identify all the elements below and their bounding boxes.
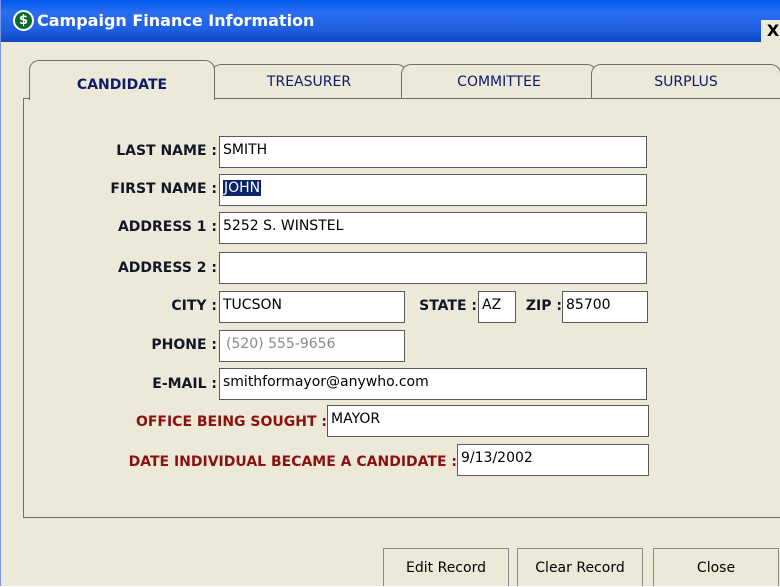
title-bar[interactable]: $ Campaign Finance Information: [1, 0, 780, 42]
zip-label: ZIP :: [525, 298, 562, 314]
office-sought-field[interactable]: MAYOR: [327, 405, 649, 437]
address2-field[interactable]: [219, 252, 647, 284]
state-field[interactable]: AZ: [478, 291, 516, 323]
zip-field[interactable]: 85700: [562, 291, 648, 323]
state-label: STATE :: [419, 298, 477, 314]
city-label: CITY :: [171, 298, 217, 314]
phone-field[interactable]: (520) 555-9656: [219, 330, 405, 362]
address1-field[interactable]: 5252 S. WINSTEL: [219, 212, 647, 244]
tab-committee[interactable]: COMMITTEE: [401, 64, 597, 98]
dollar-icon: $: [13, 10, 34, 31]
email-field[interactable]: smithformayor@anywho.com: [219, 368, 647, 400]
address1-label: ADDRESS 1 :: [117, 219, 217, 235]
window-close-button[interactable]: X: [761, 20, 780, 42]
email-label: E-MAIL :: [152, 376, 217, 392]
city-field[interactable]: TUCSON: [219, 291, 405, 323]
tab-surplus[interactable]: SURPLUS: [591, 64, 780, 98]
address2-label: ADDRESS 2 :: [117, 260, 217, 276]
last-name-field[interactable]: SMITH: [219, 136, 647, 168]
phone-label: PHONE :: [151, 337, 217, 353]
first-name-selected-text: JOHN: [223, 180, 262, 196]
tab-treasurer[interactable]: TREASURER: [211, 64, 407, 98]
tab-candidate[interactable]: CANDIDATE: [29, 60, 215, 100]
window-title: Campaign Finance Information: [37, 11, 315, 30]
edit-record-button[interactable]: Edit Record: [383, 548, 509, 586]
last-name-label: LAST NAME :: [116, 143, 217, 159]
first-name-label: FIRST NAME :: [110, 181, 217, 197]
candidate-date-field[interactable]: 9/13/2002: [457, 444, 649, 476]
first-name-field[interactable]: JOHN: [219, 174, 647, 206]
office-sought-label: OFFICE BEING SOUGHT :: [135, 414, 327, 430]
candidate-date-label: DATE INDIVIDUAL BECAME A CANDIDATE :: [128, 454, 457, 470]
campaign-finance-window: $ Campaign Finance Information X CANDIDA…: [0, 0, 780, 586]
close-button[interactable]: Close: [653, 548, 779, 586]
clear-record-button[interactable]: Clear Record: [517, 548, 643, 586]
